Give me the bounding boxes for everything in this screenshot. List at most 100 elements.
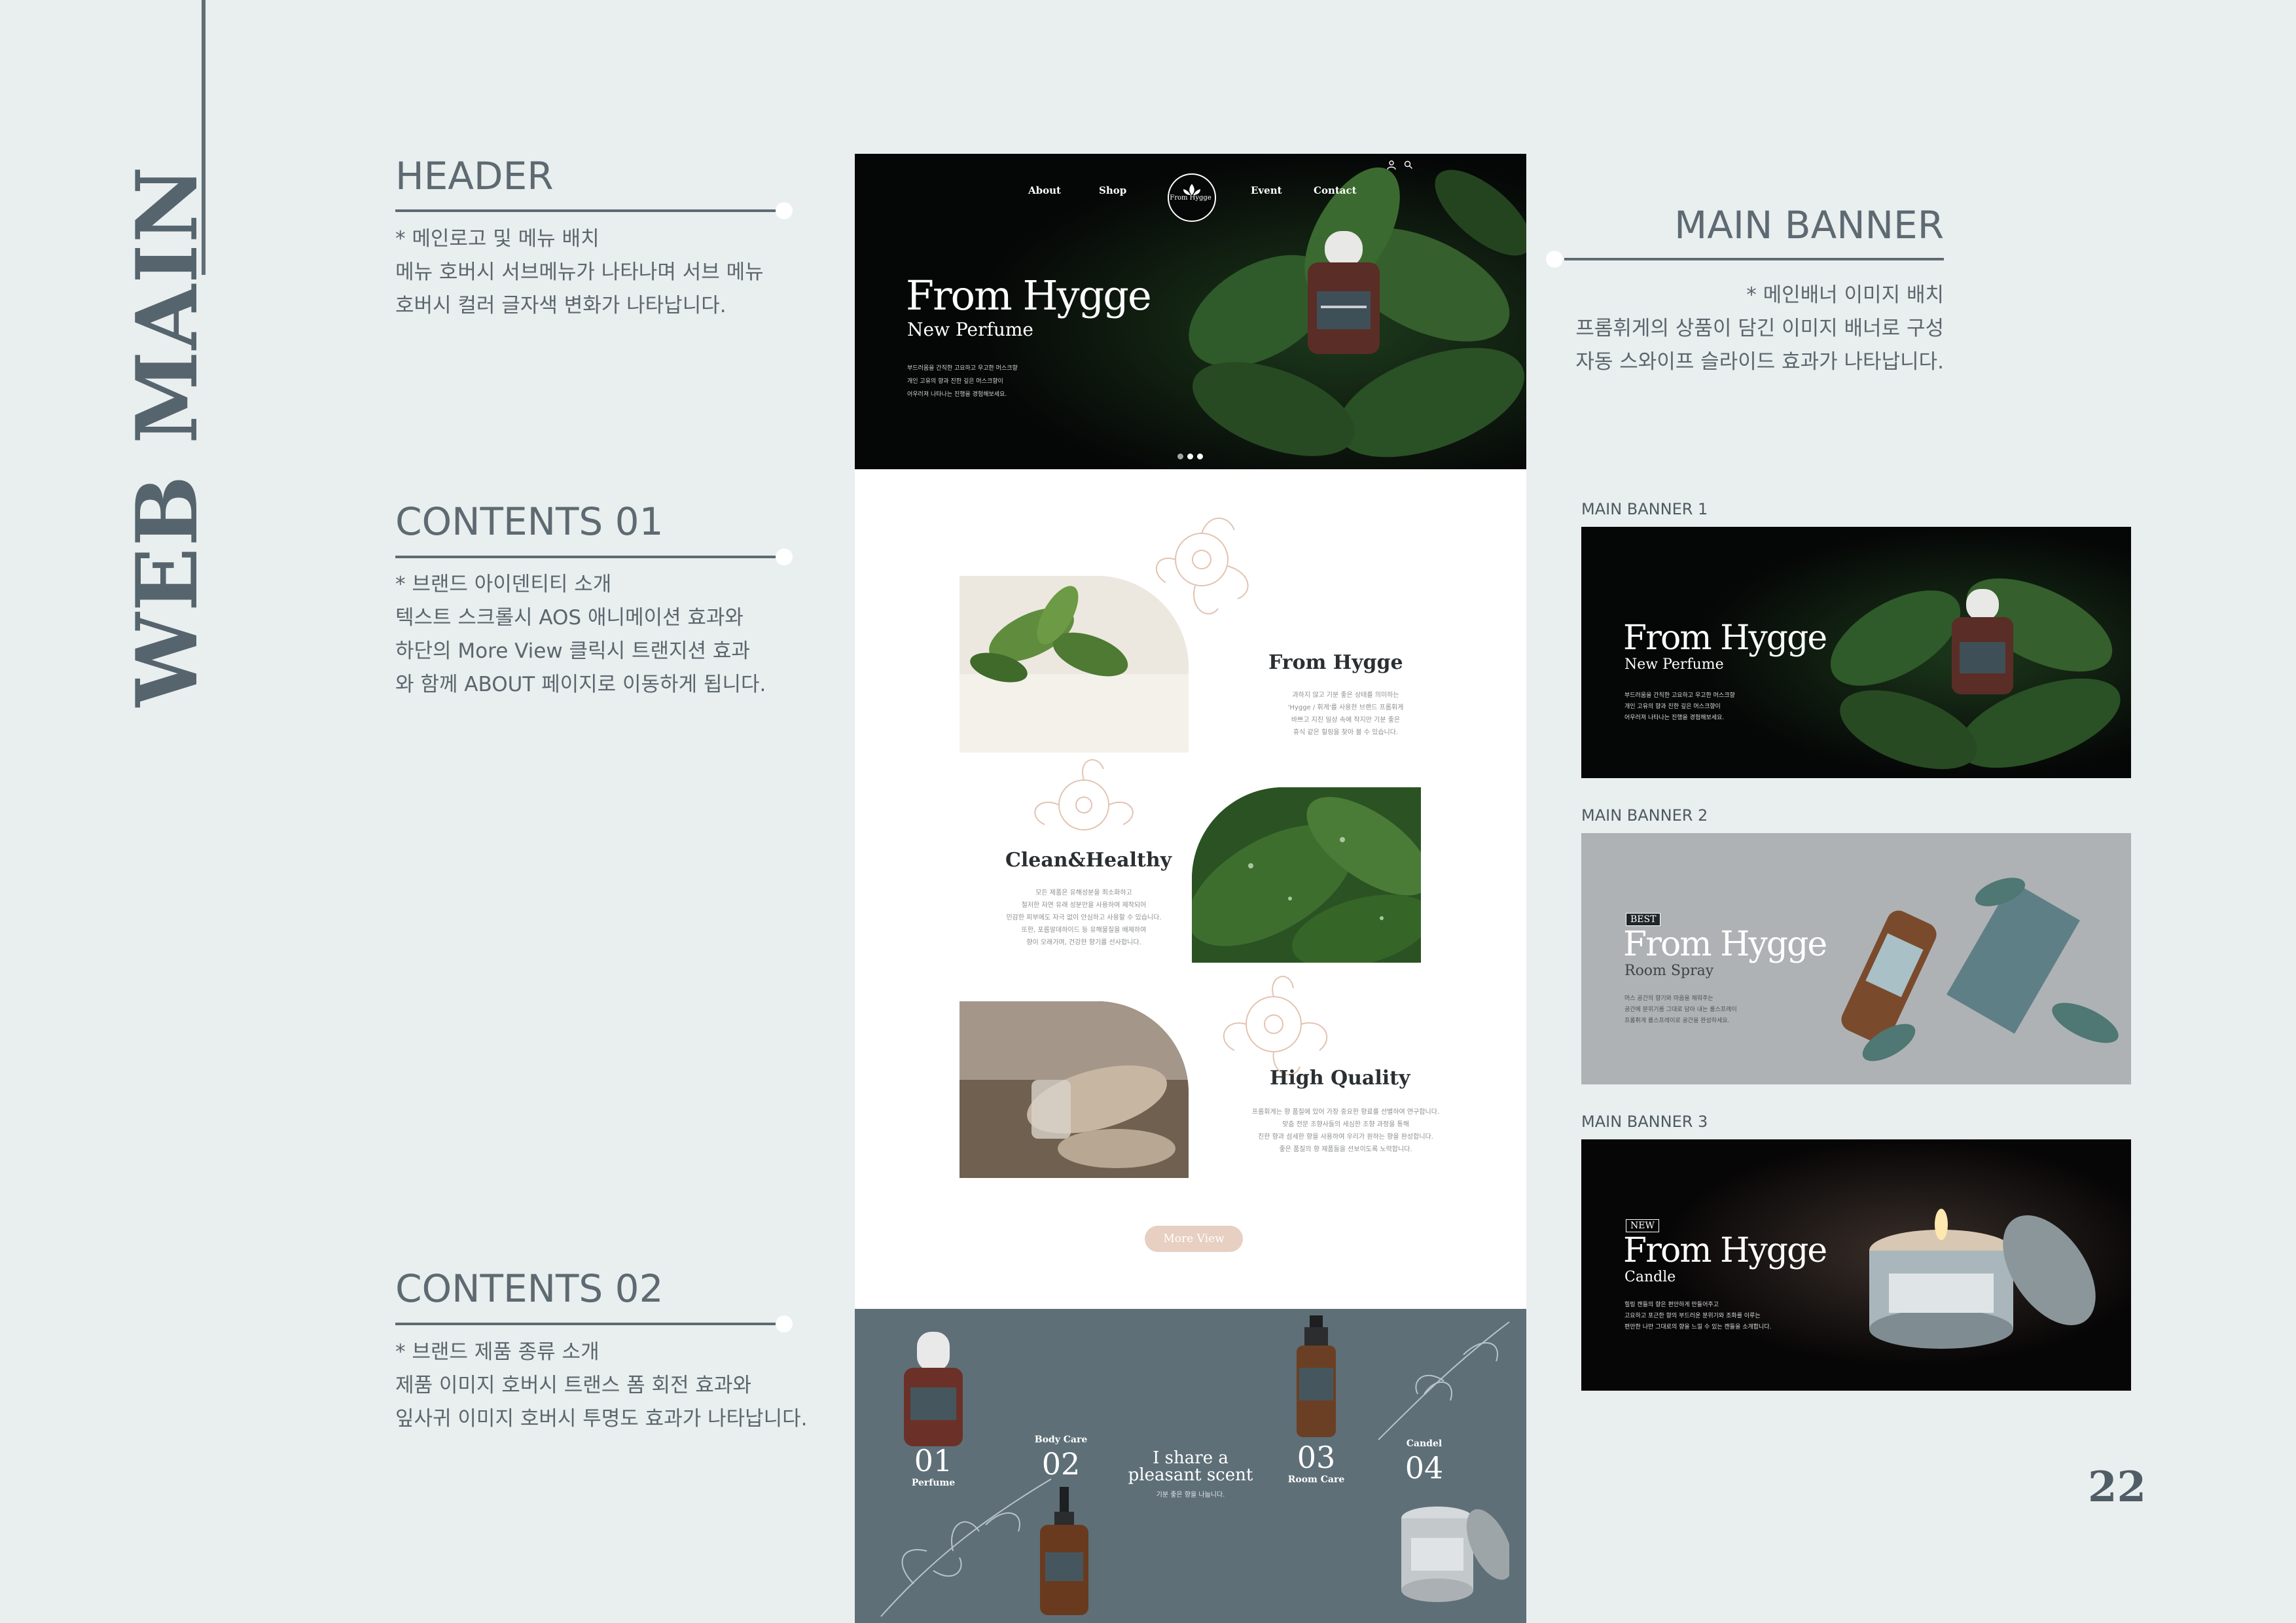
banner1-line: 부드러움을 간직한 고요하고 우고한 머스크향 [1624,692,1735,699]
block2-line: 또한, 포름알데하이드 등 유해물질을 배제하여 [1021,927,1147,934]
block2-line: 향이 오래가며, 건강한 향기를 선사합니다. [1026,939,1141,946]
search-icon[interactable] [1403,160,1414,170]
product-02-number: 02 [1041,1446,1081,1482]
block1-title: From Hygge [1268,651,1403,674]
banner3-line: 편안한 나만 그대로의 향을 느낄 수 있는 캔들을 소개합니다. [1624,1324,1772,1330]
desc-line: 잎사귀 이미지 호버시 투명도 효과가 나타납니다. [395,1407,808,1431]
desc-line: 메뉴 호버시 서브메뉴가 나타나며 서브 메뉴 [395,260,764,284]
block3-body: 프롬휘게는 향 품질에 있어 가장 중요한 향료를 선별하여 연구합니다. 맞춤… [1208,1106,1483,1156]
product-01-number: 01 [914,1443,953,1478]
block3-line: 맞춤 전문 조향사들의 세심한 조향 과정을 통해 [1282,1121,1409,1128]
product-04-label[interactable]: Candel [1391,1438,1457,1449]
vertical-title: WEB MAIN [118,165,217,707]
banner3-label: MAIN BANNER 3 [1581,1113,1708,1131]
products-center-sub: 기분 좋은 향을 나눕니다. [1156,1491,1225,1499]
desc-line: * 브랜드 아이덴티티 소개 [395,573,612,596]
slider-dot-2[interactable] [1187,454,1193,459]
slider-dot-3[interactable] [1197,454,1203,459]
banner1-subtitle: New Perfume [1624,656,1724,673]
body-care-bottle-image[interactable] [1035,1487,1094,1618]
block1-line: 과하지 않고 기분 좋은 상태를 의미하는 [1292,692,1399,699]
products-center-title: I share a pleasant scent [1103,1450,1278,1484]
banner1-label: MAIN BANNER 1 [1581,500,1708,518]
slider-dot-1[interactable] [1177,454,1183,459]
block1-line: 바쁘고 지친 일상 속에 작지만 기분 좋은 [1291,717,1401,724]
banner2-line: 프롬휘게 룸스프레이로 공간을 완성하세요. [1624,1018,1730,1024]
block1-body: 과하지 않고 기분 좋은 상태를 의미하는 'Hygge / 휘게'를 사용한 … [1247,689,1444,739]
main-banner-rule-dot [1546,251,1563,268]
block2-line: 민감한 피부에도 자극 없이 안심하고 사용할 수 있습니다. [1006,914,1162,921]
hero-subtitle: New Perfume [907,319,1033,340]
desc-line: * 브랜드 제품 종류 소개 [395,1340,600,1364]
main-banner-rule [1564,258,1944,260]
block2-title: Clean&Healthy [1005,849,1172,872]
products-section: 01 Perfume Body Care 02 I share a pleasa… [855,1309,1526,1623]
header-rule [395,209,780,212]
main-banner-section-title: MAIN BANNER [1674,203,1944,247]
banner1-body: 부드러움을 간직한 고요하고 우고한 머스크향 개인 고유의 향과 진한 깊은 … [1624,690,1735,724]
desc-line: 프롬휘게의 상품이 담긴 이미지 배너로 구성 [1575,317,1944,340]
product-04-number: 04 [1405,1450,1444,1486]
main-banner-1[interactable]: From Hygge New Perfume 부드러움을 간직한 고요하고 우고… [1581,527,2131,778]
center-title-line: pleasant scent [1128,1465,1253,1485]
main-banner-2[interactable]: BEST From Hygge Room Spray 머스 공간의 향기와 마음… [1581,833,2131,1084]
block3-line: 좋은 품질의 향 제품들을 선보이도록 노력합니다. [1279,1146,1412,1153]
banner2-line: 공간에 분위기를 그대로 담아 내는 룸스프레이 [1624,1007,1737,1013]
contents01-section-title: CONTENTS 01 [395,499,664,544]
page-number: 22 [2088,1463,2147,1512]
contents01-rule [395,556,780,558]
banner3-line: 고요하고 포근한 향의 부드러운 분위기와 조화를 이루는 [1624,1313,1761,1319]
banner3-title: From Hygge [1623,1231,1827,1270]
crafting-photo [960,1001,1189,1178]
nav-about[interactable]: About [1028,185,1061,196]
banner3-body: 힐링 캔들의 향은 편안하게 만들어주고 고요하고 포근한 향의 부드러운 분위… [1624,1300,1771,1333]
room-spray-bottle-image[interactable] [1290,1315,1342,1440]
banner2-line: 머스 공간의 향기와 마음을 채워주는 [1624,995,1713,1002]
desc-line: * 메인배너 이미지 배치 [1746,283,1944,307]
banner1-title: From Hygge [1623,618,1827,658]
hero-body: 부드러움을 간직한 고요하고 우고한 머스크향 개인 고유의 향과 진한 깊은 … [907,362,1018,401]
wet-leaf-photo [1192,787,1421,963]
hero-body-line: 개인 고유의 향과 진한 깊은 머스크향이 [907,378,1003,385]
block3-line: 진한 향과 섬세한 향을 사용하여 우리가 원하는 향을 완성합니다. [1258,1133,1433,1141]
nav-event[interactable]: Event [1251,185,1282,196]
header-description: * 메인로고 및 메뉴 배치 메뉴 호버시 서브메뉴가 나타나며 서브 메뉴 호… [395,223,764,323]
product-01-label[interactable]: Perfume [901,1478,966,1488]
block3-line: 프롬휘게는 향 품질에 있어 가장 중요한 향료를 선별하여 연구합니다. [1251,1109,1440,1116]
plant-photo [960,576,1189,753]
banner2-badge: BEST [1626,913,1661,926]
nav-contact[interactable]: Contact [1314,185,1357,196]
hero-body-line: 어우러져 나타나는 진행을 경험해보세요. [907,391,1007,398]
banner1-line: 어우러져 나타나는 진행을 경험해보세요. [1624,715,1725,721]
block1-line: 휴식 같은 힐링을 찾아 볼 수 있습니다. [1293,729,1399,736]
website-mockup: About Shop From Hygge Event Contact From… [855,154,1526,1623]
logo-text: From Hygge [1170,194,1211,202]
perfume-bottle-image[interactable] [901,1332,966,1450]
more-view-button[interactable]: More View [1145,1226,1243,1252]
desc-line: 하단의 More View 클릭시 트랜지션 효과 [395,639,750,663]
banner3-badge: NEW [1626,1219,1659,1232]
product-03-number: 03 [1297,1440,1336,1475]
candle-tin-image[interactable] [1398,1492,1509,1610]
product-03-label[interactable]: Room Care [1283,1474,1349,1485]
desc-line: 자동 스와이프 슬라이드 효과가 나타납니다. [1575,350,1944,374]
block1-line: 'Hygge / 휘게'를 사용한 브랜드 프롬휘게 [1287,704,1404,711]
center-title-line: I share a [1153,1448,1229,1468]
contents02-rule [395,1323,780,1325]
banner2-subtitle: Room Spray [1624,963,1714,979]
product-02-label[interactable]: Body Care [1028,1435,1094,1445]
hero-banner: About Shop From Hygge Event Contact From… [855,154,1526,469]
user-icon[interactable] [1386,160,1397,170]
block2-line: 모든 제품은 유해성분을 최소화하고 [1035,889,1132,897]
block2-body: 모든 제품은 유해성분을 최소화하고 철저한 자연 유래 성분만을 사용하여 제… [973,887,1195,949]
desc-line: 호버시 컬러 글자색 변화가 나타납니다. [395,294,726,317]
contents01-rule-dot [776,548,793,565]
banner3-subtitle: Candle [1624,1269,1676,1285]
main-banner-description: * 메인배너 이미지 배치 프롬휘게의 상품이 담긴 이미지 배너로 구성 자동… [1505,279,1944,379]
nav-shop[interactable]: Shop [1099,185,1126,196]
contents02-description: * 브랜드 제품 종류 소개 제품 이미지 호버시 트랜스 폼 회전 효과와 잎… [395,1336,808,1436]
desc-line: * 메인로고 및 메뉴 배치 [395,227,600,251]
banner2-body: 머스 공간의 향기와 마음을 채워주는 공간에 분위기를 그대로 담아 내는 룸… [1624,993,1737,1027]
main-banner-3[interactable]: NEW From Hygge Candle 힐링 캔들의 향은 편안하게 만들어… [1581,1139,2131,1391]
header-section-title: HEADER [395,154,554,198]
